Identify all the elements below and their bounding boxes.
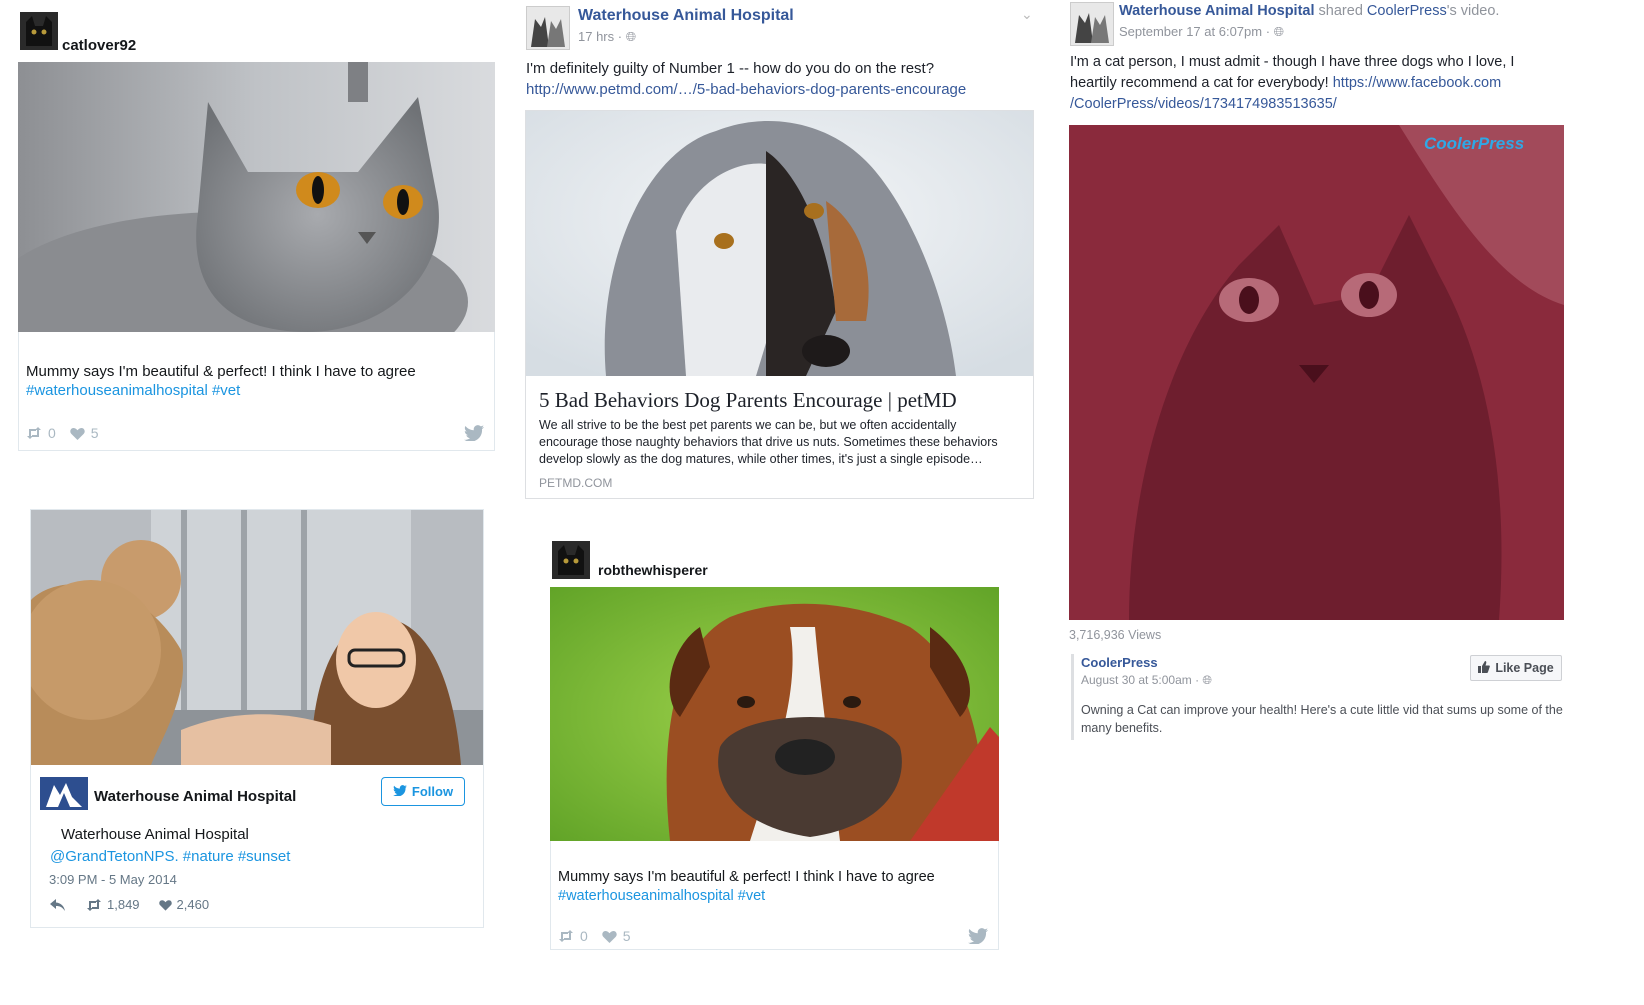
heart-icon[interactable]	[602, 930, 617, 943]
post5-caption: Mummy says I'm beautiful & perfect! I th…	[558, 868, 988, 906]
post1-actions: 0 5	[26, 425, 99, 441]
post3-shared-text: Owning a Cat can improve your health! He…	[1081, 703, 1563, 735]
post4-timestamp[interactable]: 3:09 PM - 5 May 2014	[49, 872, 177, 887]
globe-icon: 🌐︎	[1202, 673, 1213, 687]
post5-caption-text: Mummy says I'm beautiful & perfect! I th…	[558, 869, 935, 885]
post3-body: I'm a cat person, I must admit - though …	[1070, 52, 1530, 115]
post3-suffix: 's video.	[1446, 3, 1500, 19]
post2-link-description: We all strive to be the best pet parents…	[539, 418, 998, 466]
retweet-icon[interactable]	[86, 898, 102, 911]
coolerpress-watermark: CoolerPress	[1424, 134, 1525, 153]
post2-page-name[interactable]: Waterhouse Animal Hospital	[578, 7, 794, 25]
robthewhisperer-avatar[interactable]	[552, 541, 590, 579]
post3-meta: September 17 at 6:07pm · 🌐︎	[1119, 24, 1284, 40]
twitter-bird-icon[interactable]	[968, 928, 988, 949]
post4-tweet-text: @GrandTetonNPS. #nature #sunset	[50, 848, 290, 865]
follow-button[interactable]: Follow	[381, 777, 465, 806]
follow-label: Follow	[411, 784, 454, 799]
post2-time[interactable]: 17 hrs ·	[578, 29, 622, 44]
twitter-bird-icon	[393, 784, 407, 799]
post3-page-name[interactable]: Waterhouse Animal Hospital	[1119, 3, 1315, 19]
globe-icon: 🌐︎	[625, 29, 637, 44]
post3-link-part1[interactable]: https://www.facebook.com	[1333, 75, 1501, 91]
post4-mention[interactable]: @GrandTetonNPS.	[50, 848, 179, 865]
waterhouse-avatar-2[interactable]	[1070, 2, 1114, 46]
waterhouse-avatar[interactable]	[526, 6, 570, 50]
chevron-down-icon[interactable]: ⌄	[1021, 6, 1033, 23]
post3-action: shared	[1318, 3, 1363, 19]
post4-like-count: 2,460	[176, 897, 210, 912]
heart-icon[interactable]	[158, 899, 172, 911]
like-page-label: Like Page	[1495, 661, 1554, 675]
post3-time[interactable]: September 17 at 6:07pm ·	[1119, 24, 1270, 39]
post2-link-title[interactable]: 5 Bad Behaviors Dog Parents Encourage | …	[539, 388, 1019, 413]
post3-header: Waterhouse Animal Hospital shared Cooler…	[1119, 3, 1499, 19]
post2-dog-photo[interactable]	[526, 111, 1033, 376]
post2-body: I'm definitely guilty of Number 1 -- how…	[526, 58, 1026, 100]
globe-icon: 🌐︎	[1273, 24, 1285, 39]
post5-like-count: 5	[622, 928, 631, 944]
post1-hashtags[interactable]: #waterhouseanimalhospital #vet	[26, 381, 481, 400]
post3-shared-meta: August 30 at 5:00am · 🌐︎	[1081, 673, 1212, 688]
post5-username[interactable]: robthewhisperer	[598, 562, 708, 578]
post5-actions: 0 5	[558, 928, 631, 944]
post5-retweet-count: 0	[580, 928, 588, 944]
post2-link[interactable]: http://www.petmd.com/…/5-bad-behaviors-d…	[526, 79, 1026, 100]
post3-shared-time[interactable]: August 30 at 5:00am ·	[1081, 673, 1199, 687]
post4-retweet-count: 1,849	[107, 897, 140, 912]
retweet-icon[interactable]	[26, 427, 42, 439]
post5-hashtags[interactable]: #waterhouseanimalhospital #vet	[558, 887, 988, 906]
catlover92-avatar[interactable]	[20, 12, 58, 50]
waterhouse-logo[interactable]	[40, 777, 88, 810]
post3-views: 3,716,936 Views	[1069, 628, 1162, 642]
reply-icon[interactable]	[50, 898, 65, 911]
post3-source[interactable]: CoolerPress	[1367, 3, 1447, 19]
post3-link-part2[interactable]: /CoolerPress/videos/1734174983513635/	[1070, 96, 1337, 112]
post1-cat-photo[interactable]	[18, 62, 495, 332]
post1-retweet-count: 0	[48, 425, 56, 441]
post4-actions: 1,849 2,460	[50, 897, 209, 912]
post1-like-count: 5	[90, 425, 99, 441]
heart-icon[interactable]	[70, 427, 85, 440]
post3-video-player[interactable]	[1069, 125, 1564, 620]
post2-link-domain: PETMD.COM	[539, 476, 613, 490]
post1-username[interactable]: catlover92	[62, 37, 136, 54]
retweet-icon[interactable]	[558, 930, 574, 942]
post5-boxer-photo[interactable]	[550, 587, 999, 841]
like-page-button[interactable]: Like Page	[1470, 655, 1562, 681]
post4-hashtags[interactable]: #nature #sunset	[183, 848, 291, 865]
thumbs-up-icon	[1478, 660, 1491, 676]
post4-vet-photo[interactable]	[31, 510, 483, 765]
shared-post-rule	[1071, 654, 1074, 740]
post1-caption-text: Mummy says I'm beautiful & perfect! I th…	[26, 363, 416, 380]
post2-meta: 17 hrs · 🌐︎	[578, 29, 636, 45]
post3-shared-page[interactable]: CoolerPress	[1081, 655, 1158, 670]
post1-caption: Mummy says I'm beautiful & perfect! I th…	[26, 362, 481, 400]
post2-text: I'm definitely guilty of Number 1 -- how…	[526, 60, 935, 77]
post4-account-name[interactable]: Waterhouse Animal Hospital	[94, 788, 296, 805]
twitter-bird-icon[interactable]	[464, 425, 484, 446]
post4-tweet-author: Waterhouse Animal Hospital	[61, 826, 249, 843]
